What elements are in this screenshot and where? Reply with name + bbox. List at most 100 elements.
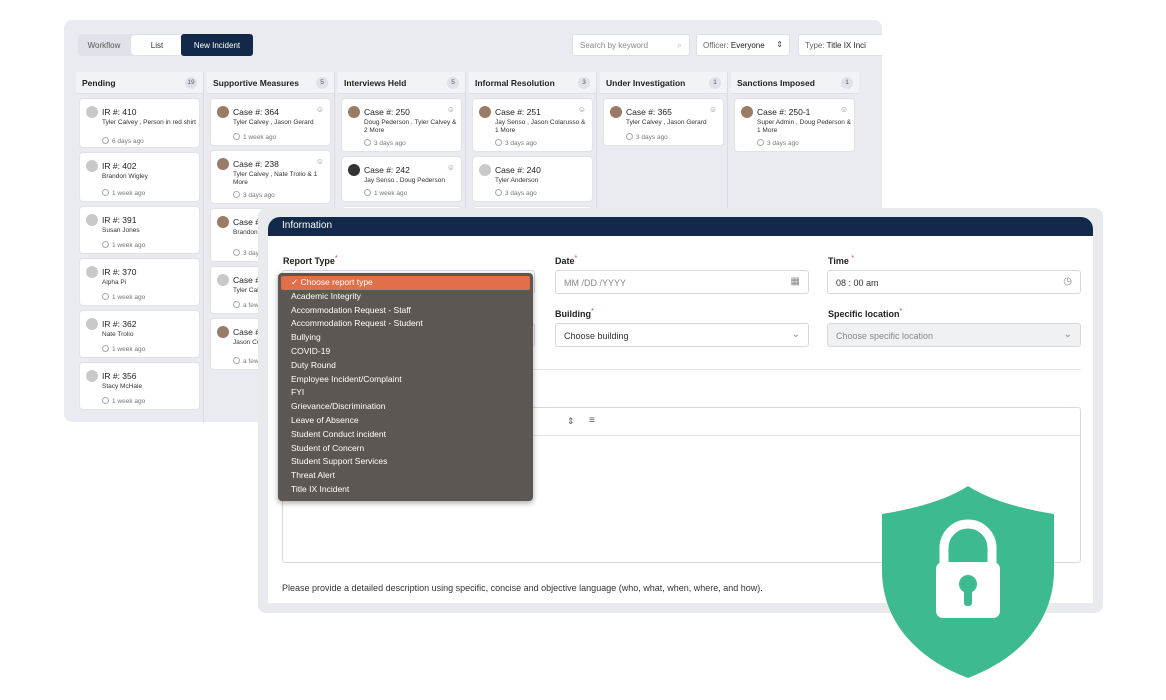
incident-card[interactable]: IR #: 391 Susan Jones 1 week ago bbox=[79, 206, 200, 254]
card-time: 1 week ago bbox=[102, 397, 145, 405]
search-icon: ⌕ bbox=[676, 40, 682, 50]
case-card[interactable]: Case #: 240 Tyler Anderson 3 days ago bbox=[472, 156, 593, 202]
type-value: Title IX Inci bbox=[826, 41, 866, 50]
card-time: 3 days ago bbox=[495, 189, 537, 197]
location-select[interactable]: Choose specific location ⌄ bbox=[827, 323, 1081, 347]
date-input[interactable]: MM /DD /YYYY ▦ bbox=[555, 270, 809, 294]
dropdown-option[interactable]: Accommodation Request - Student bbox=[278, 317, 533, 331]
new-incident-button[interactable]: New Incident bbox=[181, 34, 253, 56]
board-toolbar: Workflow List New Incident Search by key… bbox=[64, 20, 882, 72]
dropdown-option[interactable]: Student Conduct incident bbox=[278, 428, 533, 442]
officer-filter[interactable]: Officer: Everyone ⇕ bbox=[696, 34, 790, 56]
avatar bbox=[348, 164, 360, 176]
column-header: Pending 19 bbox=[76, 72, 203, 94]
dropdown-option[interactable]: Duty Round bbox=[278, 359, 533, 373]
building-label-text: Building bbox=[555, 309, 591, 319]
building-select[interactable]: Choose building ⌄ bbox=[555, 323, 809, 347]
form-header: Information bbox=[268, 217, 1093, 236]
card-time: 6 days ago bbox=[102, 137, 144, 145]
dropdown-option[interactable]: Grievance/Discrimination bbox=[278, 400, 533, 414]
officer-label: Officer: bbox=[703, 41, 729, 50]
card-time: 1 week ago bbox=[364, 189, 407, 197]
description-hint: Please provide a detailed description us… bbox=[282, 583, 763, 593]
clock-icon bbox=[102, 397, 109, 404]
card-time-text: 6 days ago bbox=[112, 138, 144, 145]
dropdown-option[interactable]: Student Support Services bbox=[278, 455, 533, 469]
card-names: Susan Jones bbox=[102, 227, 140, 234]
list-tab[interactable]: List bbox=[131, 35, 183, 55]
column-count-badge: 19 bbox=[185, 77, 197, 89]
clock-icon[interactable]: ◷ bbox=[1063, 276, 1072, 287]
card-time: 1 week ago bbox=[102, 345, 145, 353]
card-names: Alpha Pi bbox=[102, 279, 127, 286]
case-card[interactable]: Case #: 251 ☺ Jay Senso , Jason Colarusso … bbox=[472, 98, 593, 152]
card-id: Case #: 238 bbox=[233, 159, 279, 169]
case-card[interactable]: Case #: 238 ☺ Tyler Calvey , Nate Trolio &… bbox=[210, 150, 331, 204]
card-time: 3 days ago bbox=[364, 139, 406, 147]
case-card[interactable]: Case #: 364 ☺ Tyler Calvey , Jason Gerard 1… bbox=[210, 98, 331, 146]
time-input[interactable]: 08 : 00 am ◷ bbox=[827, 270, 1081, 294]
card-time: 1 week ago bbox=[102, 293, 145, 301]
dropdown-option[interactable]: Leave of Absence bbox=[278, 414, 533, 428]
clock-icon bbox=[102, 189, 109, 196]
incident-card[interactable]: IR #: 356 Stacy McHale 1 week ago bbox=[79, 362, 200, 410]
card-id: Case #: 240 bbox=[495, 165, 541, 175]
dropdown-option[interactable]: Academic Integrity bbox=[278, 290, 533, 304]
dropdown-option[interactable]: FYI bbox=[278, 386, 533, 400]
date-label-text: Date bbox=[555, 256, 575, 266]
card-names: Tyler Anderson bbox=[495, 177, 539, 184]
card-names: Tyler Calvey , Nate Trolio & 1 More bbox=[233, 171, 318, 186]
column-header: Interviews Held 5 bbox=[338, 72, 465, 94]
card-time-text: 1 week ago bbox=[374, 190, 408, 197]
case-card[interactable]: Case #: 242 ☺ Jay Senso , Doug Pederson 1 w… bbox=[341, 156, 462, 202]
card-id: Case #: 364 bbox=[233, 107, 279, 117]
workflow-tab[interactable]: Workflow bbox=[78, 34, 130, 56]
shield-lock-icon bbox=[882, 486, 1054, 678]
card-id: Case #: 250-1 bbox=[757, 107, 811, 117]
clock-icon bbox=[233, 249, 240, 256]
dropdown-option[interactable]: Title IX Incident bbox=[278, 483, 533, 497]
type-filter[interactable]: Type: Title IX Inci bbox=[798, 34, 882, 56]
people-icon: ☺ bbox=[446, 163, 455, 172]
search-input[interactable]: Search by keyword ⌕ bbox=[572, 34, 690, 56]
calendar-icon[interactable]: ▦ bbox=[791, 276, 800, 287]
case-card[interactable]: Case #: 250 ☺ Doug Pederson , Tyler Calvey… bbox=[341, 98, 462, 152]
card-id: IR #: 410 bbox=[102, 107, 137, 117]
report-type-label-text: Report Type bbox=[283, 256, 335, 266]
column-count-badge: 1 bbox=[709, 77, 721, 89]
clock-icon bbox=[364, 139, 371, 146]
incident-card[interactable]: IR #: 410 Tyler Calvey , Person in red sh… bbox=[79, 98, 200, 148]
dropdown-option[interactable]: Student of Concern bbox=[278, 442, 533, 456]
avatar bbox=[86, 318, 98, 330]
case-card[interactable]: Case #: 250-1 ☺ Super Admin , Doug Pederso… bbox=[734, 98, 855, 152]
search-placeholder: Search by keyword bbox=[580, 41, 649, 50]
dropdown-option[interactable]: Threat Alert bbox=[278, 469, 533, 483]
incident-card[interactable]: IR #: 362 Nate Trolio 1 week ago bbox=[79, 310, 200, 358]
sort-icon[interactable]: ⇕ bbox=[567, 416, 575, 427]
card-id: Case #: 242 bbox=[364, 165, 410, 175]
clock-icon bbox=[233, 191, 240, 198]
dropdown-option[interactable]: COVID-19 bbox=[278, 345, 533, 359]
column-title: Sanctions Imposed bbox=[737, 78, 815, 88]
card-id: Case #: 251 bbox=[495, 107, 541, 117]
avatar bbox=[217, 216, 229, 228]
avatar bbox=[86, 370, 98, 382]
column-header: Under Investigation 1 bbox=[600, 72, 727, 94]
building-placeholder: Choose building bbox=[564, 331, 629, 341]
incident-card[interactable]: IR #: 402 Brandon Wigley 1 week ago bbox=[79, 152, 200, 202]
card-names: Tyler Calvey , Jason Gerard bbox=[233, 119, 314, 126]
align-left-icon[interactable]: ≡ bbox=[589, 415, 595, 426]
case-card[interactable]: Case #: 365 ☺ Tyler Calvey , Jason Gerard 3… bbox=[603, 98, 724, 146]
clock-icon bbox=[102, 293, 109, 300]
incident-card[interactable]: IR #: 370 Alpha Pi 1 week ago bbox=[79, 258, 200, 306]
dropdown-option[interactable]: Bullying bbox=[278, 331, 533, 345]
dropdown-selected-option[interactable]: ✓ Choose report type bbox=[281, 276, 530, 290]
dropdown-option[interactable]: Employee Incident/Complaint bbox=[278, 373, 533, 387]
card-id: IR #: 402 bbox=[102, 161, 137, 171]
card-time-text: 1 week ago bbox=[112, 398, 146, 405]
card-id: IR #: 356 bbox=[102, 371, 137, 381]
location-placeholder: Choose specific location bbox=[836, 331, 934, 341]
report-type-dropdown[interactable]: ✓ Choose report type Academic Integrity … bbox=[278, 273, 533, 501]
dropdown-option[interactable]: Accommodation Request - Staff bbox=[278, 304, 533, 318]
building-label: Building* bbox=[555, 308, 594, 319]
